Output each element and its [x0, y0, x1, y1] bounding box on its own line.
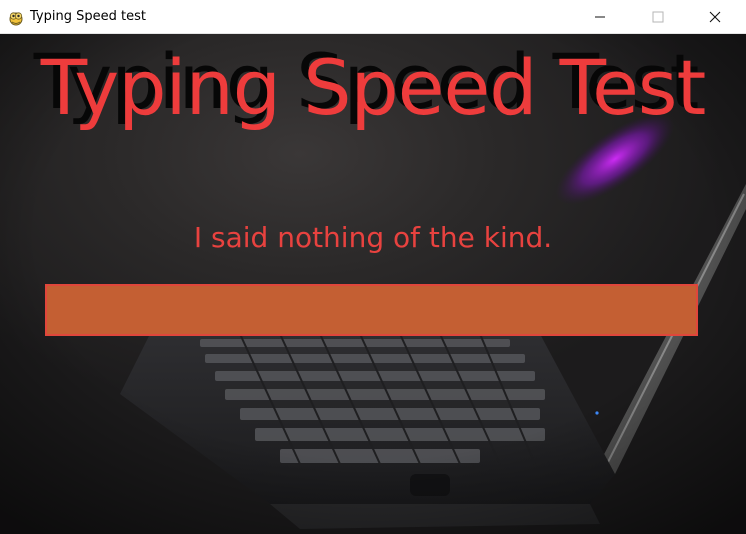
- pygame-snake-icon: [9, 12, 23, 26]
- window-titlebar: Typing Speed test: [0, 0, 746, 34]
- close-icon: [709, 11, 721, 22]
- window-title: Typing Speed test: [30, 9, 146, 24]
- minimize-button[interactable]: [577, 0, 623, 33]
- close-button[interactable]: [692, 0, 738, 33]
- maximize-button[interactable]: [635, 0, 681, 33]
- typing-input-box[interactable]: [45, 284, 698, 336]
- game-title: Typing Speed Test: [40, 43, 707, 132]
- target-sentence: I said nothing of the kind.: [193, 221, 553, 254]
- game-canvas: Typing Speed Test I said nothing of the …: [0, 34, 746, 534]
- maximize-icon: [652, 11, 664, 22]
- minimize-icon: [595, 16, 605, 17]
